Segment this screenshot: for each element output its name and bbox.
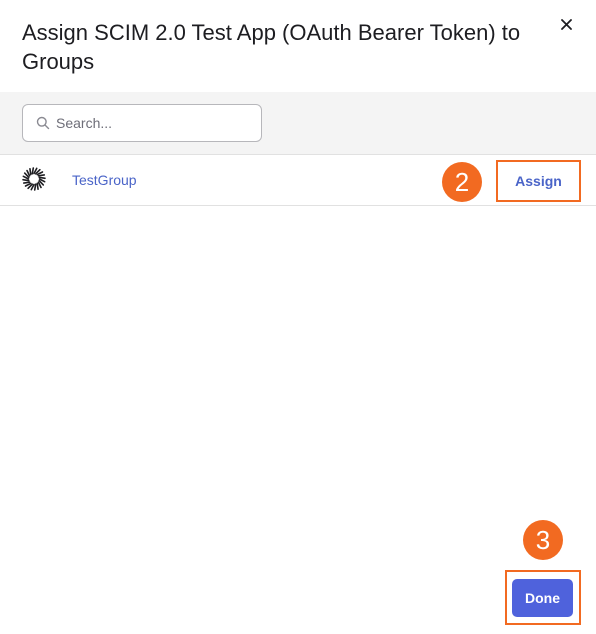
group-sunburst-icon <box>22 167 46 191</box>
close-button[interactable] <box>556 14 576 34</box>
done-button[interactable]: Done <box>512 579 573 617</box>
assign-groups-dialog: Assign SCIM 2.0 Test App (OAuth Bearer T… <box>0 0 596 634</box>
search-toolbar <box>0 92 596 155</box>
search-input[interactable] <box>56 115 246 131</box>
group-name-link[interactable]: TestGroup <box>72 172 137 188</box>
step-badge-2: 2 <box>442 162 482 202</box>
close-icon <box>560 18 572 30</box>
search-icon <box>36 116 50 130</box>
assign-button[interactable]: Assign <box>498 162 579 200</box>
search-box[interactable] <box>22 104 262 142</box>
step-badge-3: 3 <box>523 520 563 560</box>
dialog-title: Assign SCIM 2.0 Test App (OAuth Bearer T… <box>22 20 521 74</box>
